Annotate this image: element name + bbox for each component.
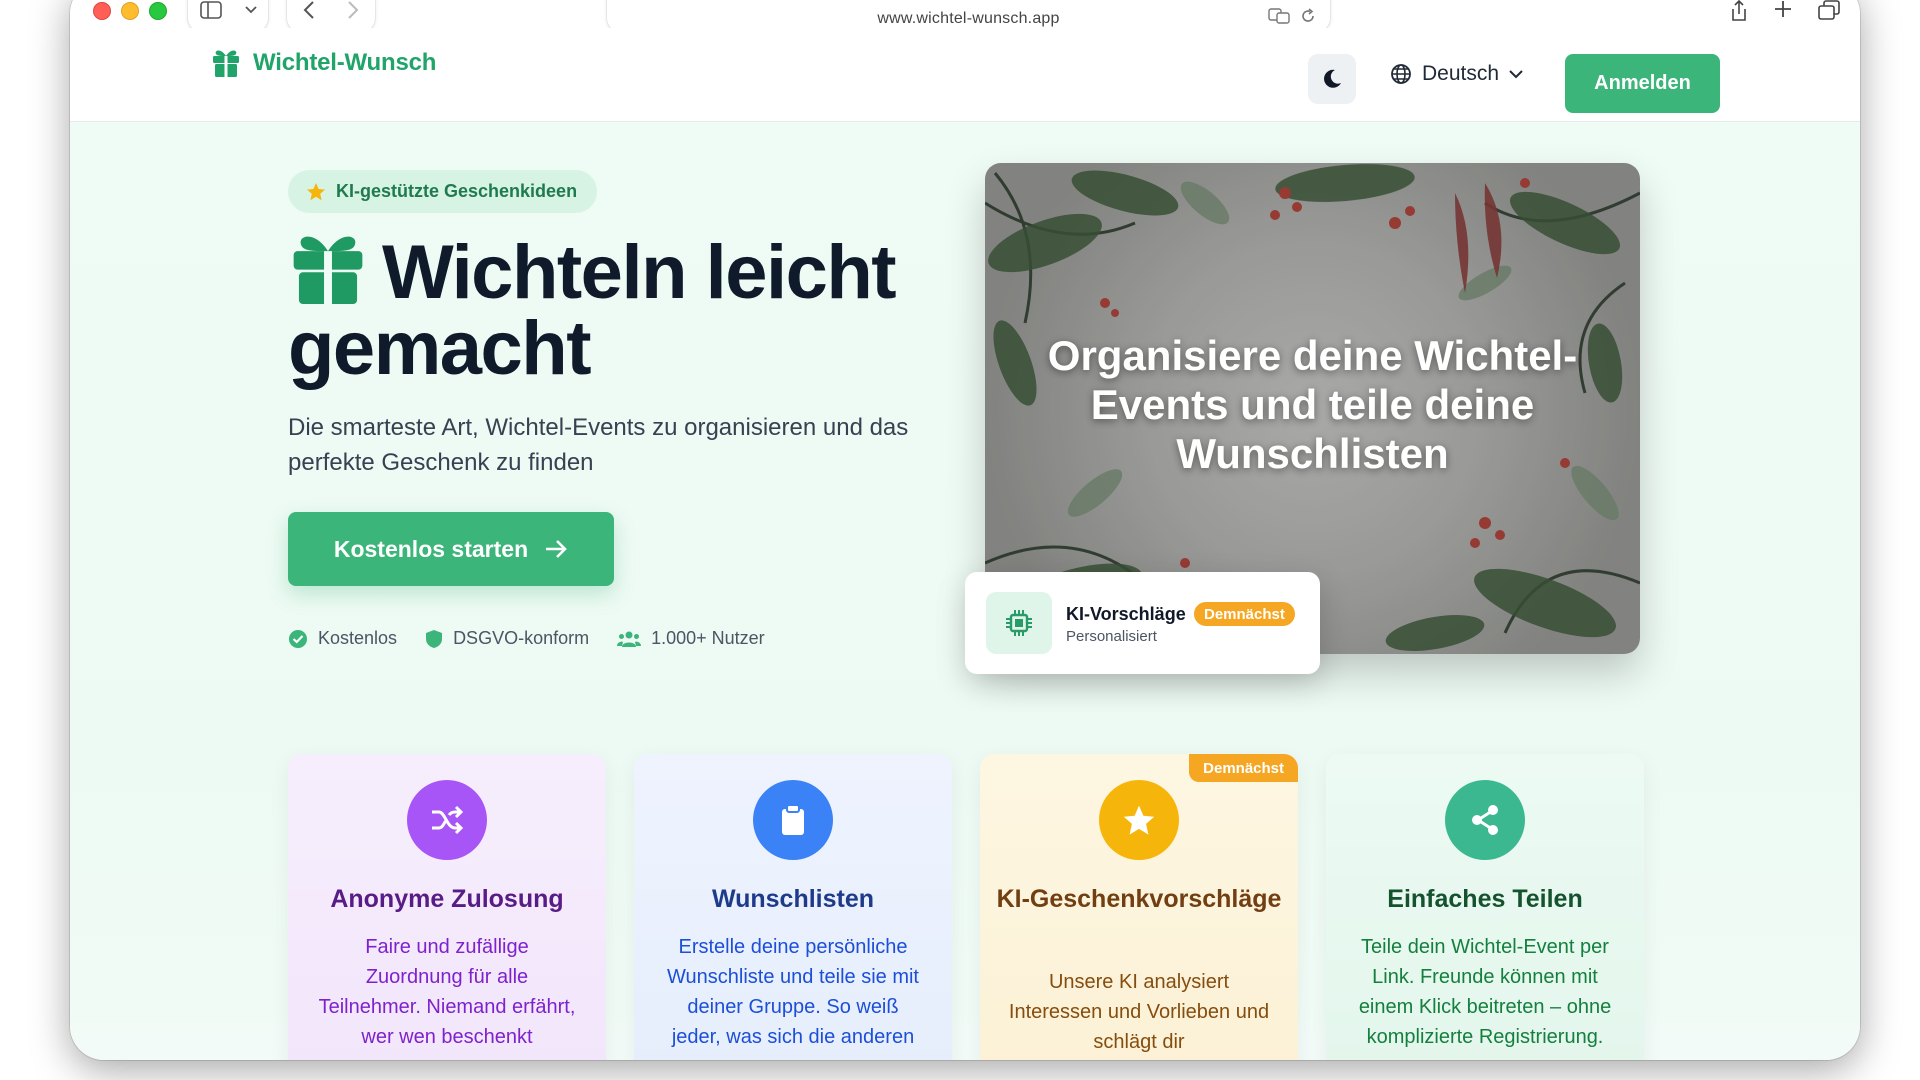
trust-item-free: Kostenlos [288, 628, 397, 649]
share-icon [1472, 805, 1498, 835]
feature-badge: KI-gestützte Geschenkideen [288, 170, 598, 213]
hero-subtitle: Die smarteste Art, Wichtel-Events zu org… [288, 414, 909, 476]
sidebar-icon[interactable] [199, 1, 222, 19]
cpu-chip-icon [1006, 610, 1032, 636]
feature-icon-circle [1099, 780, 1179, 860]
feature-description: Unsere KI analysiert Interessen und Vorl… [1008, 971, 1270, 1053]
minimize-window-button[interactable] [121, 2, 139, 20]
coming-soon-badge: Demnächst [1189, 754, 1298, 782]
dark-mode-toggle[interactable] [1308, 54, 1356, 104]
browser-toolbar: www.wichtel-wunsch.app [70, 0, 1860, 32]
ai-suggestions-card: KI-Vorschläge Demnächst Personalisiert [965, 572, 1320, 674]
feature-title: Wunschlisten [711, 885, 875, 913]
brand-logo[interactable]: Wichtel-Wunsch [211, 48, 436, 78]
login-button[interactable]: Anmelden [1565, 54, 1720, 113]
browser-window: www.wichtel-wunsch.app Wichtel-Wunsch De… [70, 0, 1860, 1060]
clipboard-icon [782, 804, 804, 835]
translate-icon[interactable] [1268, 8, 1290, 24]
forward-icon[interactable] [347, 1, 359, 19]
feature-card-wishlists: Wunschlisten Erstelle deine persönliche … [634, 754, 952, 1060]
feature-description: Teile dein Wichtel-Event per Link. Freun… [1358, 936, 1612, 1048]
users-icon [617, 631, 642, 647]
chevron-down-icon [1509, 69, 1523, 78]
feature-icon-circle [1445, 780, 1525, 860]
new-tab-icon[interactable] [1774, 0, 1792, 18]
window-controls [93, 2, 167, 20]
feature-description: Faire und zufällige Zuordnung für alle T… [318, 936, 576, 1048]
close-window-button[interactable] [93, 2, 111, 20]
feature-title: Einfaches Teilen [1387, 885, 1583, 913]
feature-icon-circle [753, 780, 833, 860]
url-text[interactable]: www.wichtel-wunsch.app [607, 10, 1330, 28]
chip-icon-wrapper [986, 592, 1052, 654]
site-header: Wichtel-Wunsch Deutsch Anmelden [70, 28, 1860, 122]
gift-icon [213, 50, 239, 77]
badge-label: KI-gestützte Geschenkideen [336, 181, 578, 201]
arrow-right-icon [546, 540, 567, 558]
feature-description: Erstelle deine persönliche Wunschliste u… [667, 936, 919, 1048]
feature-title: KI-Geschenkvorschläge [996, 885, 1282, 913]
cta-label: Kostenlos starten [333, 535, 529, 562]
shield-icon [426, 629, 443, 648]
chevron-down-icon[interactable] [244, 6, 257, 14]
moon-icon [1324, 69, 1341, 88]
hero-section: KI-gestützte Geschenkideen Wichteln leic… [70, 122, 1860, 1060]
hero-title-text: Wichteln leicht gemacht [288, 230, 897, 391]
coming-soon-badge: Demnächst [1194, 602, 1295, 626]
feature-card-anonymous-draw: Anonyme Zulosung Faire und zufällige Zuo… [288, 754, 606, 1060]
brand-name: Wichtel-Wunsch [253, 49, 437, 76]
star-icon [307, 182, 325, 200]
reload-icon[interactable] [1300, 8, 1316, 24]
trust-item-gdpr: DSGVO-konform [425, 628, 589, 649]
tab-overview-icon[interactable] [1818, 0, 1840, 20]
feature-icon-circle [407, 780, 487, 860]
feature-title: Anonyme Zulosung [330, 885, 564, 913]
language-select[interactable]: Deutsch [1390, 62, 1523, 86]
globe-icon [1391, 64, 1411, 84]
float-card-subtitle: Personalisiert [1066, 628, 1157, 645]
shuffle-icon [432, 805, 464, 835]
star-icon [1123, 805, 1155, 835]
hero-image-caption: Organisiere deine Wichtel-Events und tei… [1047, 332, 1578, 477]
trust-indicators: Kostenlos DSGVO-konform 1.000+ Nutzer [288, 628, 765, 649]
trust-item-users: 1.000+ Nutzer [617, 628, 765, 649]
hero-title: Wichteln leicht gemacht [288, 230, 968, 387]
back-icon[interactable] [303, 1, 315, 19]
feature-card-easy-sharing: Einfaches Teilen Teile dein Wichtel-Even… [1326, 754, 1644, 1060]
share-page-icon[interactable] [1730, 0, 1748, 22]
language-label: Deutsch [1422, 62, 1500, 85]
gift-icon [293, 236, 363, 304]
zoom-window-button[interactable] [149, 2, 167, 20]
start-free-button[interactable]: Kostenlos starten [288, 512, 614, 586]
feature-card-ai-gift-ideas: Demnächst KI-Geschenkvorschläge Unsere K… [980, 754, 1298, 1060]
float-card-title: KI-Vorschläge [1066, 604, 1186, 624]
check-circle-icon [289, 629, 307, 648]
